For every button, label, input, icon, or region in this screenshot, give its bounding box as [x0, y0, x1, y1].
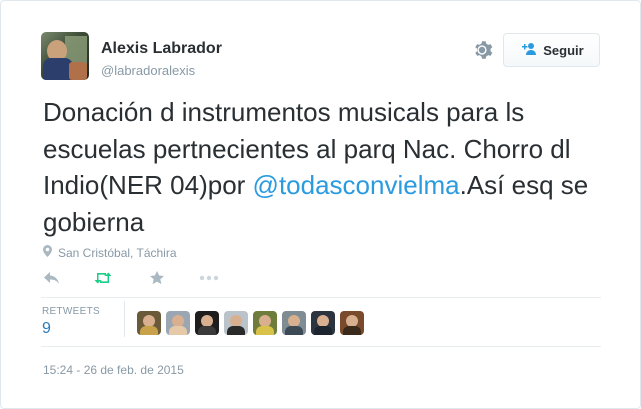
retweeter-avatars	[137, 311, 364, 335]
location[interactable]: San Cristóbal, Táchira	[43, 245, 177, 260]
divider	[41, 297, 601, 298]
follow-button[interactable]: Seguir	[503, 33, 600, 67]
retweeter-avatar[interactable]	[340, 311, 364, 335]
follow-label: Seguir	[543, 42, 584, 58]
retweets-count[interactable]: 9	[42, 320, 51, 338]
gear-icon[interactable]	[471, 39, 493, 61]
map-pin-icon	[43, 245, 52, 260]
retweeter-avatar[interactable]	[166, 311, 190, 335]
star-icon[interactable]	[149, 269, 165, 287]
author-handle[interactable]: @labradoralexis	[101, 63, 195, 78]
timestamp[interactable]: 15:24 - 26 de feb. de 2015	[43, 363, 184, 377]
retweeter-avatar[interactable]	[282, 311, 306, 335]
divider	[41, 346, 601, 347]
retweeter-avatar[interactable]	[253, 311, 277, 335]
more-icon[interactable]	[199, 269, 219, 287]
retweeter-avatar[interactable]	[224, 311, 248, 335]
retweet-icon[interactable]	[93, 269, 113, 287]
retweeter-avatar[interactable]	[311, 311, 335, 335]
tweet-text: Donación d instrumentos musicals para ls…	[43, 97, 589, 237]
stats-separator	[124, 301, 125, 337]
add-user-icon	[519, 42, 537, 59]
reply-icon[interactable]	[43, 269, 61, 287]
avatar[interactable]	[41, 32, 89, 80]
retweets-label: RETWEETS	[42, 306, 100, 317]
tweet-card: Alexis Labrador @labradoralexis Seguir D…	[0, 0, 641, 409]
author-name[interactable]: Alexis Labrador	[101, 40, 222, 58]
mention-link[interactable]: @todasconvielma	[253, 170, 460, 200]
location-label: San Cristóbal, Táchira	[58, 245, 177, 260]
retweeter-avatar[interactable]	[137, 311, 161, 335]
retweeter-avatar[interactable]	[195, 311, 219, 335]
